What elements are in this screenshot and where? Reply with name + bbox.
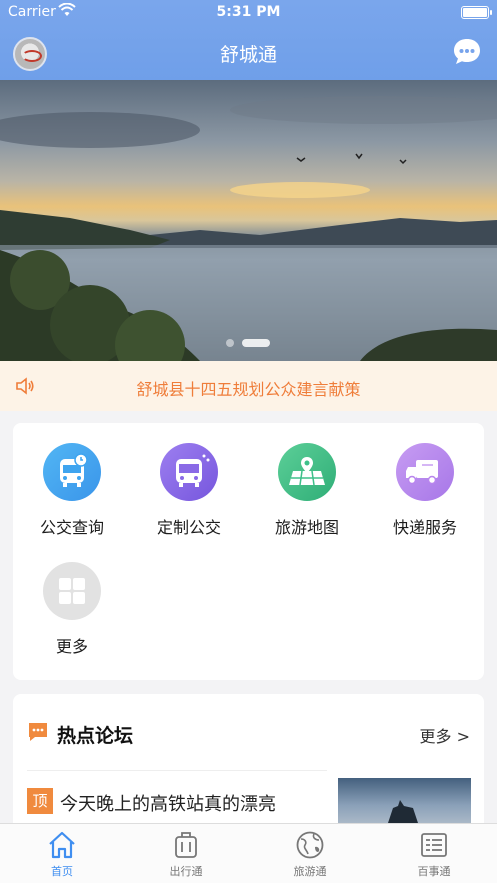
news-list-icon	[372, 830, 496, 860]
delivery-truck-icon	[396, 443, 454, 501]
hot-forum-card: 热点论坛 更多 > 顶 今天晚上的高铁站真的漂亮	[13, 694, 484, 834]
bottom-tab-bar: 首页 出行通 旅游通 百事通	[0, 823, 497, 883]
divider	[27, 770, 327, 771]
battery-icon	[461, 6, 492, 19]
forum-chat-icon	[27, 721, 49, 743]
travel-map-icon	[278, 443, 336, 501]
announcement-bar[interactable]: 舒城县十四五规划公众建言献策	[0, 361, 497, 411]
pinned-tag: 顶	[27, 788, 53, 814]
tab-services[interactable]: 百事通	[372, 830, 496, 879]
forum-more-link[interactable]: 更多 >	[420, 723, 471, 747]
service-more[interactable]: 更多	[13, 562, 131, 657]
services-card: 公交查询 定制公交 旅游地图 快递服务 更多	[13, 423, 484, 680]
clock-label: 5:31 PM	[216, 4, 281, 20]
service-delivery[interactable]: 快递服务	[366, 443, 484, 538]
service-travel-map[interactable]: 旅游地图	[248, 443, 366, 538]
chat-bubble-icon[interactable]	[452, 37, 482, 71]
announcement-text[interactable]: 舒城县十四五规划公众建言献策	[0, 376, 497, 400]
page-title: 舒城通	[219, 44, 277, 66]
post-title[interactable]: 今天晚上的高铁站真的漂亮	[60, 790, 276, 816]
service-custom-bus[interactable]: 定制公交	[130, 443, 248, 538]
luggage-icon	[124, 830, 248, 860]
top-navigation-bar: Carrier 5:31 PM 舒城通	[0, 0, 497, 80]
custom-bus-icon	[160, 443, 218, 501]
banner-carousel[interactable]	[0, 80, 497, 361]
globe-icon	[248, 830, 372, 860]
service-label: 定制公交	[156, 518, 221, 537]
tab-label: 首页	[51, 865, 73, 878]
service-label: 公交查询	[39, 518, 104, 537]
service-label: 旅游地图	[274, 518, 339, 537]
tab-label: 百事通	[417, 865, 451, 878]
more-grid-icon	[43, 562, 101, 620]
carousel-dot-active[interactable]	[242, 339, 270, 347]
home-icon	[0, 830, 124, 860]
forum-title: 热点论坛	[57, 725, 134, 747]
carousel-dot[interactable]	[226, 339, 234, 347]
tab-travel[interactable]: 出行通	[124, 830, 248, 879]
service-bus-query[interactable]: 公交查询	[13, 443, 131, 538]
service-label: 快递服务	[392, 518, 457, 537]
tab-home[interactable]: 首页	[0, 830, 124, 879]
bus-query-icon	[43, 443, 101, 501]
status-bar: Carrier 5:31 PM	[0, 0, 497, 24]
service-label: 更多	[55, 637, 88, 656]
tab-tourism[interactable]: 旅游通	[248, 830, 372, 879]
tab-label: 出行通	[169, 865, 203, 878]
lake-sunset-photo	[0, 96, 497, 361]
tab-label: 旅游通	[293, 865, 327, 878]
